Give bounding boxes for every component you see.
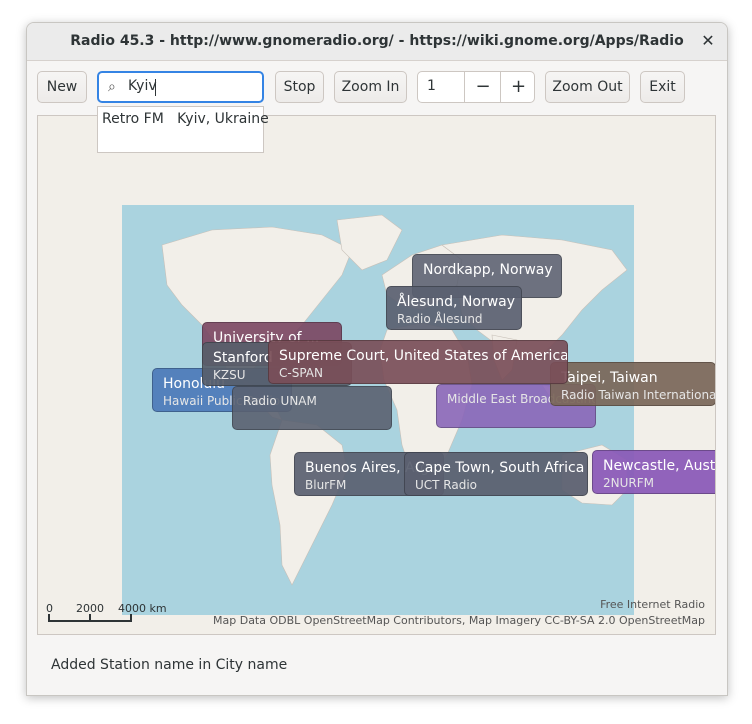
station-marker-supreme-court[interactable]: Supreme Court, United States of America … (268, 340, 568, 384)
marker-station: 2NURFM (603, 476, 654, 490)
zoom-in-button[interactable]: Zoom In (334, 71, 407, 103)
stop-button[interactable]: Stop (275, 71, 324, 103)
zoom-level-stepper[interactable]: 1 − + (417, 71, 535, 103)
map-scale: 0 2000 4000 km (46, 602, 186, 632)
marker-station: Radio Ålesund (397, 312, 483, 326)
station-marker-taipei[interactable]: Taipei, Taiwan Radio Taiwan Internationa… (550, 362, 716, 406)
zoom-increase-button[interactable]: + (500, 72, 536, 102)
map-credit-license: Map Data ODBL OpenStreetMap Contributors… (213, 614, 705, 627)
map-view[interactable]: Nordkapp, Norway University of ... Honol… (37, 115, 716, 635)
completion-item[interactable]: Retro FM Kyiv, Ukraine (102, 111, 269, 127)
marker-station: C-SPAN (279, 366, 323, 380)
window-title: Radio 45.3 - http://www.gnomeradio.org/ … (70, 33, 684, 49)
zoom-level-value[interactable]: 1 (427, 78, 436, 94)
search-completion-popup: Retro FM Kyiv, Ukraine (97, 106, 269, 153)
marker-city: Newcastle, Australia (603, 458, 716, 474)
marker-station: Radio Taiwan International (561, 388, 716, 402)
exit-button[interactable]: Exit (640, 71, 685, 103)
search-icon: ⌕ (108, 79, 116, 95)
text-caret (155, 79, 156, 96)
station-marker-alesund[interactable]: Ålesund, Norway Radio Ålesund (386, 286, 522, 330)
station-marker-radio-unam[interactable]: Radio UNAM (232, 386, 392, 430)
search-input-value: Kyiv (128, 78, 157, 94)
map-credit-title: Free Internet Radio (600, 598, 705, 611)
marker-city: Supreme Court, United States of America (279, 348, 568, 364)
marker-city: Taipei, Taiwan (561, 370, 658, 386)
marker-station: Radio UNAM (243, 394, 317, 408)
station-marker-newcastle[interactable]: Newcastle, Australia 2NURFM (592, 450, 716, 494)
status-message: Added Station name in City name (51, 657, 288, 673)
search-input[interactable]: ⌕ Kyiv (97, 71, 264, 103)
marker-city: Nordkapp, Norway (423, 262, 553, 278)
scale-tick (130, 614, 132, 622)
title-bar[interactable]: Radio 45.3 - http://www.gnomeradio.org/ … (27, 23, 727, 61)
scale-label-4000: 4000 km (118, 602, 167, 615)
app-window: Radio 45.3 - http://www.gnomeradio.org/ … (26, 22, 728, 696)
close-icon[interactable]: ✕ (697, 30, 719, 52)
marker-city: Cape Town, South Africa (415, 460, 585, 476)
new-button[interactable]: New (37, 71, 87, 103)
zoom-decrease-button[interactable]: − (464, 72, 501, 102)
marker-station: UCT Radio (415, 478, 478, 492)
scale-tick (48, 614, 50, 622)
scale-tick (89, 614, 91, 622)
marker-city: Ålesund, Norway (397, 294, 516, 310)
zoom-out-button[interactable]: Zoom Out (545, 71, 630, 103)
station-marker-cape-town[interactable]: Cape Town, South Africa UCT Radio (404, 452, 588, 496)
